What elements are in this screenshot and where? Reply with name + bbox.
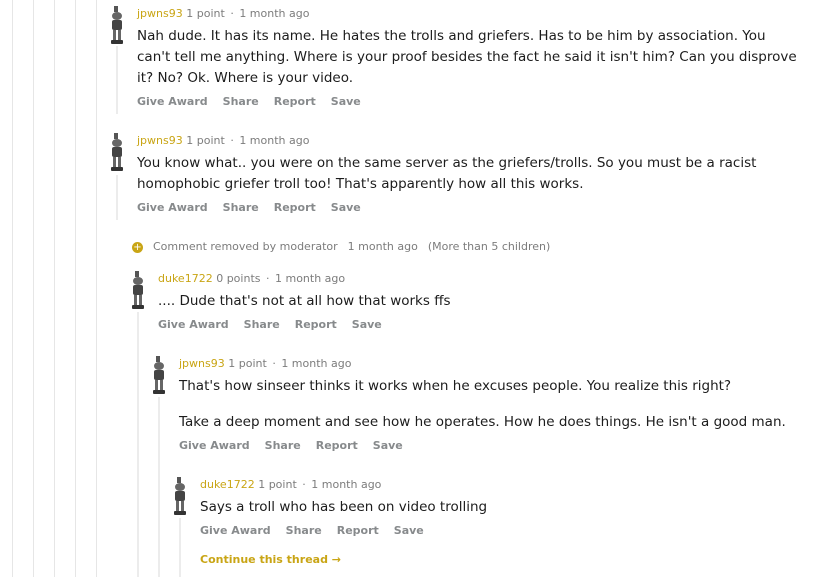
snoo-avatar-icon[interactable]	[151, 356, 167, 396]
comment-score: 1 point	[186, 7, 225, 20]
report-button[interactable]: Report	[274, 201, 316, 214]
comment-time[interactable]: 1 month ago	[239, 134, 309, 147]
meta-separator: ·	[230, 134, 234, 147]
collapse-thread-line[interactable]	[158, 397, 160, 577]
thread-rail	[96, 0, 97, 577]
comment-paragraph: That's how sinseer thinks it works when …	[179, 378, 732, 394]
save-button[interactable]: Save	[331, 95, 361, 108]
share-button[interactable]: Share	[223, 95, 259, 108]
thread-rail	[75, 0, 76, 577]
comment-actions: Give Award Share Report Save	[179, 439, 819, 452]
comment-author[interactable]: duke1722	[158, 272, 213, 285]
report-button[interactable]: Report	[337, 524, 379, 537]
snoo-avatar-icon[interactable]	[109, 133, 125, 173]
report-button[interactable]: Report	[274, 95, 316, 108]
save-button[interactable]: Save	[394, 524, 424, 537]
collapse-thread-line[interactable]	[137, 312, 139, 577]
share-button[interactable]: Share	[244, 318, 280, 331]
comment: duke1722 0 points · 1 month ago .... Dud…	[158, 271, 778, 331]
comment-paragraph: You know what.. you were on the same ser…	[137, 155, 757, 192]
comment-body: That's how sinseer thinks it works when …	[179, 376, 819, 433]
comment-paragraph: Says a troll who has been on video troll…	[200, 499, 488, 515]
removed-children: (More than 5 children)	[427, 240, 551, 253]
comment-actions: Give Award Share Report Save	[158, 318, 778, 331]
comment-body: .... Dude that's not at all how that wor…	[158, 291, 778, 312]
comment-score: 1 point	[258, 478, 297, 491]
comment: jpwns93 1 point · 1 month ago That's how…	[179, 356, 819, 452]
save-button[interactable]: Save	[373, 439, 403, 452]
comment-score: 1 point	[228, 357, 267, 370]
share-button[interactable]: Share	[265, 439, 301, 452]
comment-body: You know what.. you were on the same ser…	[137, 153, 777, 195]
comment-actions: Give Award Share Report Save	[137, 95, 802, 108]
snoo-avatar-icon[interactable]	[109, 6, 125, 46]
comment-meta: duke1722 0 points · 1 month ago	[158, 271, 778, 287]
comment-paragraph: .... Dude that's not at all how that wor…	[158, 293, 451, 309]
comment: jpwns93 1 point · 1 month ago Nah dude. …	[137, 6, 802, 108]
save-button[interactable]: Save	[352, 318, 382, 331]
plus-circle-icon[interactable]: +	[132, 241, 143, 253]
comment-time[interactable]: 1 month ago	[311, 478, 381, 491]
comment-author[interactable]: duke1722	[200, 478, 255, 491]
collapse-thread-line[interactable]	[179, 518, 181, 577]
collapse-thread-line[interactable]	[116, 175, 118, 220]
removed-time[interactable]: 1 month ago	[348, 240, 418, 253]
snoo-avatar-icon[interactable]	[130, 271, 146, 311]
meta-separator: ·	[265, 272, 270, 285]
report-button[interactable]: Report	[295, 318, 337, 331]
thread-rail	[54, 0, 55, 577]
comment-paragraph: Nah dude. It has its name. He hates the …	[137, 28, 797, 86]
removed-text: Comment removed by moderator	[153, 240, 338, 253]
comment-author[interactable]: jpwns93	[137, 7, 183, 20]
snoo-avatar-icon[interactable]	[172, 477, 188, 517]
report-button[interactable]: Report	[316, 439, 358, 452]
comment-meta: jpwns93 1 point · 1 month ago	[137, 133, 777, 149]
comment-time[interactable]: 1 month ago	[275, 272, 345, 285]
comment-paragraph: Take a deep moment and see how he operat…	[179, 414, 786, 430]
comment-author[interactable]: jpwns93	[179, 357, 225, 370]
give-award-button[interactable]: Give Award	[179, 439, 250, 452]
give-award-button[interactable]: Give Award	[200, 524, 271, 537]
comment-meta: jpwns93 1 point · 1 month ago	[179, 356, 819, 372]
comment-body: Says a troll who has been on video troll…	[200, 497, 800, 518]
comment: duke1722 1 point · 1 month ago Says a tr…	[200, 477, 800, 537]
comment-score: 0 points	[216, 272, 261, 285]
meta-separator: ·	[302, 478, 306, 491]
collapse-thread-line[interactable]	[116, 46, 118, 114]
comment-meta: jpwns93 1 point · 1 month ago	[137, 6, 802, 22]
continue-thread-link[interactable]: Continue this thread →	[200, 553, 341, 566]
thread-rail	[12, 0, 13, 577]
comment-score: 1 point	[186, 134, 225, 147]
comment-actions: Give Award Share Report Save	[200, 524, 800, 537]
removed-comment: + Comment removed by moderator 1 month ago…	[132, 239, 550, 255]
comment: jpwns93 1 point · 1 month ago You know w…	[137, 133, 777, 214]
comment-body: Nah dude. It has its name. He hates the …	[137, 26, 802, 89]
give-award-button[interactable]: Give Award	[158, 318, 229, 331]
comment-time[interactable]: 1 month ago	[239, 7, 309, 20]
comment-author[interactable]: jpwns93	[137, 134, 183, 147]
comment-actions: Give Award Share Report Save	[137, 201, 777, 214]
give-award-button[interactable]: Give Award	[137, 95, 208, 108]
share-button[interactable]: Share	[286, 524, 322, 537]
comment-time[interactable]: 1 month ago	[281, 357, 351, 370]
give-award-button[interactable]: Give Award	[137, 201, 208, 214]
comment-meta: duke1722 1 point · 1 month ago	[200, 477, 800, 493]
meta-separator: ·	[272, 357, 276, 370]
save-button[interactable]: Save	[331, 201, 361, 214]
meta-separator: ·	[230, 7, 234, 20]
thread-rail	[33, 0, 34, 577]
share-button[interactable]: Share	[223, 201, 259, 214]
